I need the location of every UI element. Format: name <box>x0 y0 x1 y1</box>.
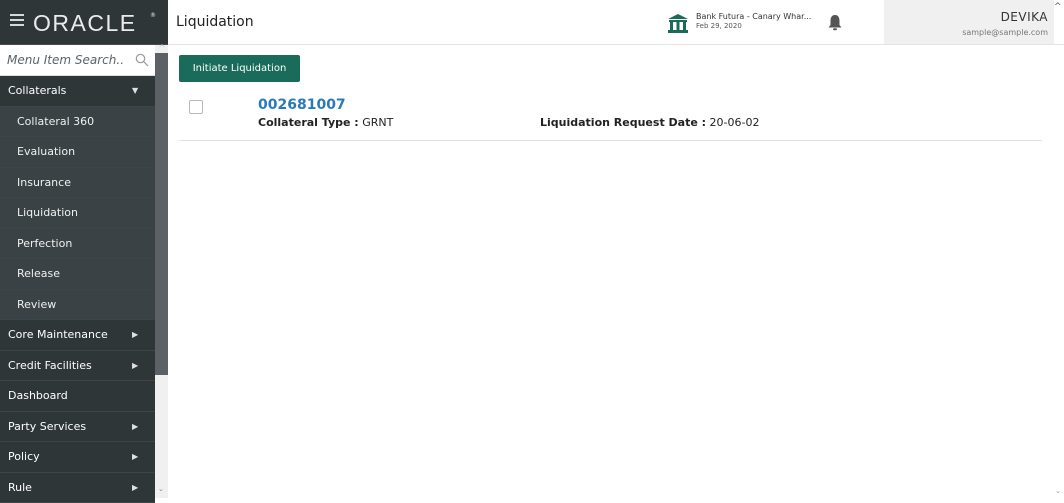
row-checkbox[interactable] <box>189 100 203 114</box>
sidebar-item-label: Liquidation <box>17 206 78 219</box>
caret-right-icon: ▶ <box>132 473 138 503</box>
caret-down-icon: ▼ <box>132 76 138 106</box>
sidebar-item-core-maintenance[interactable]: Core Maintenance ▶ <box>0 320 155 351</box>
sidebar-item-label: Core Maintenance <box>8 328 108 341</box>
sidebar-item-label: Party Services <box>8 420 86 433</box>
business-date: Feb 29, 2020 <box>696 22 742 30</box>
collateral-type-label: Collateral Type : <box>258 116 359 129</box>
scroll-down-icon[interactable]: ⌄ <box>158 485 166 493</box>
liquidation-request-date: Liquidation Request Date : 20-06-02 <box>540 116 759 129</box>
sidebar-item-label: Rule <box>8 481 32 494</box>
sidebar-item-review[interactable]: Review <box>0 290 155 321</box>
menu-search-input[interactable] <box>0 45 130 75</box>
sidebar-item-perfection[interactable]: Perfection <box>0 229 155 260</box>
request-date-label: Liquidation Request Date : <box>540 116 706 129</box>
scroll-up-icon[interactable]: ^ <box>156 44 168 54</box>
page-title: Liquidation <box>176 14 254 30</box>
sidebar-item-label: Insurance <box>17 176 71 189</box>
sidebar-scrollbar[interactable]: ⌄ <box>155 45 168 498</box>
oracle-logo: ORACLE <box>33 10 137 37</box>
sidebar-item-release[interactable]: Release <box>0 259 155 290</box>
sidebar-item-label: Dashboard <box>8 389 68 402</box>
sidebar-item-credit-facilities[interactable]: Credit Facilities ▶ <box>0 351 155 382</box>
caret-right-icon: ▶ <box>132 412 138 442</box>
sidebar-item-label: Review <box>17 298 56 311</box>
menu-search <box>0 45 155 76</box>
brand-bar: ORACLE ® <box>0 0 168 45</box>
sidebar-item-label: Evaluation <box>17 145 75 158</box>
user-email: sample@sample.com <box>962 28 1048 37</box>
sidebar-item-collateral-360[interactable]: Collateral 360 <box>0 107 155 138</box>
sidebar-scroll-thumb[interactable] <box>155 53 168 375</box>
sidebar-item-label: Release <box>17 267 60 280</box>
caret-right-icon: ▶ <box>132 320 138 350</box>
request-date-value: 20-06-02 <box>710 116 760 129</box>
sidebar-item-label: Collaterals <box>8 84 66 97</box>
user-panel[interactable]: DEVIKA sample@sample.com <box>884 0 1054 44</box>
main-content: Initiate Liquidation 002681007 Collatera… <box>168 45 1064 498</box>
sidebar-item-collaterals[interactable]: Collaterals ▼ <box>0 76 155 107</box>
page-scroll-up-icon[interactable]: ^ <box>1054 2 1064 12</box>
page-scroll-down-icon[interactable]: ⌄ <box>1055 487 1063 495</box>
sidebar-item-label: Perfection <box>17 237 72 250</box>
top-header: Liquidation Bank Futura - Canary Whar...… <box>168 0 1064 45</box>
collateral-type: Collateral Type : GRNT <box>258 116 393 129</box>
bank-branch-name[interactable]: Bank Futura - Canary Whar... <box>696 12 811 21</box>
search-icon[interactable] <box>135 53 149 67</box>
collateral-id-link[interactable]: 002681007 <box>258 97 346 113</box>
collateral-type-value: GRNT <box>362 116 393 129</box>
sidebar-item-dashboard[interactable]: Dashboard <box>0 381 155 412</box>
user-name: DEVIKA <box>1001 10 1048 24</box>
sidebar-menu: Collaterals ▼ Collateral 360 Evaluation … <box>0 76 155 503</box>
sidebar: ORACLE ® Collaterals ▼ Collateral 360 Ev… <box>0 0 168 498</box>
sidebar-item-rule[interactable]: Rule ▶ <box>0 473 155 503</box>
hamburger-icon[interactable] <box>10 14 24 28</box>
caret-right-icon: ▶ <box>132 351 138 381</box>
sidebar-item-label: Collateral 360 <box>17 115 94 128</box>
list-item: 002681007 Collateral Type : GRNT Liquida… <box>179 94 1042 141</box>
initiate-liquidation-button[interactable]: Initiate Liquidation <box>179 55 300 82</box>
sidebar-item-liquidation[interactable]: Liquidation <box>0 198 155 229</box>
sidebar-item-label: Credit Facilities <box>8 359 92 372</box>
bank-icon[interactable] <box>667 13 689 33</box>
caret-right-icon: ▶ <box>132 442 138 472</box>
sidebar-item-party-services[interactable]: Party Services ▶ <box>0 412 155 443</box>
sidebar-item-label: Policy <box>8 450 40 463</box>
sidebar-item-policy[interactable]: Policy ▶ <box>0 442 155 473</box>
bell-icon[interactable] <box>827 14 843 31</box>
sidebar-item-insurance[interactable]: Insurance <box>0 168 155 199</box>
logo-registered-mark: ® <box>150 12 156 19</box>
sidebar-item-evaluation[interactable]: Evaluation <box>0 137 155 168</box>
